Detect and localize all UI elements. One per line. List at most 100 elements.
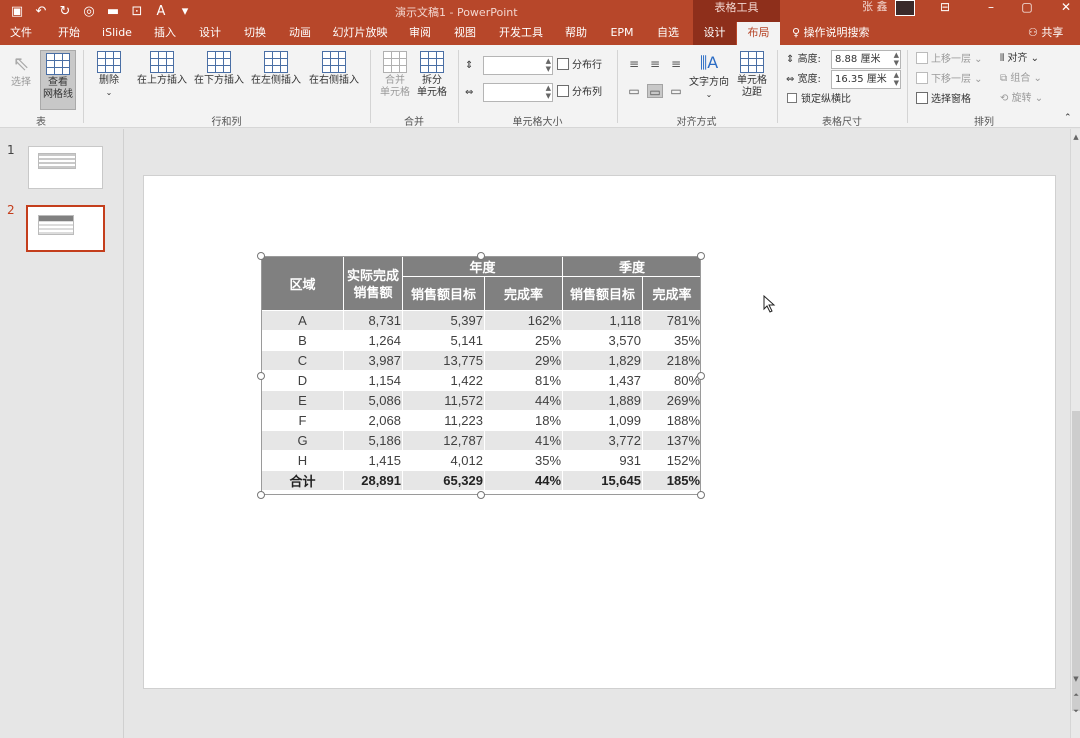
header-annual-rate[interactable]: 完成率 xyxy=(483,276,564,311)
table-cell[interactable]: 29% xyxy=(483,350,564,371)
scrollbar-thumb[interactable] xyxy=(1072,411,1080,711)
tab-transitions[interactable]: 切换 xyxy=(235,22,275,45)
table-cell[interactable]: 1,099 xyxy=(562,410,644,431)
tab-view[interactable]: 视图 xyxy=(445,22,485,45)
distribute-cols-button[interactable]: 分布列 xyxy=(557,85,602,100)
row-height-input[interactable]: ▲ ▼ xyxy=(483,56,553,75)
table-cell[interactable]: 3,772 xyxy=(562,430,644,451)
insert-left-button[interactable]: 在左侧插入 xyxy=(248,51,304,87)
table-cell[interactable]: H xyxy=(261,450,344,471)
resize-handle[interactable] xyxy=(257,252,265,260)
spin-arrows-icon[interactable]: ▲ ▼ xyxy=(894,71,899,87)
checkbox-box[interactable] xyxy=(787,93,797,103)
data-table[interactable]: 区域 实际完成销售额 年度 季度 销售额目标 完成率 销售额目标 完成率 A 8,… xyxy=(261,256,703,491)
save-icon[interactable]: ▣ xyxy=(8,4,26,19)
table-row[interactable]: H 1,415 4,012 35% 931 152% xyxy=(261,450,703,471)
resize-handle[interactable] xyxy=(257,372,265,380)
split-cells-button[interactable]: 拆分 单元格 xyxy=(414,51,450,99)
table-cell[interactable]: B xyxy=(261,330,344,351)
table-cell[interactable]: 1,118 xyxy=(562,310,644,331)
table-cell[interactable]: 15,645 xyxy=(562,470,644,491)
sales-table[interactable]: 区域 实际完成销售额 年度 季度 销售额目标 完成率 销售额目标 完成率 A 8,… xyxy=(261,256,703,495)
align-bottom-icon[interactable]: ▭ xyxy=(668,84,684,98)
table-cell[interactable]: 44% xyxy=(483,470,564,491)
folder-icon[interactable]: ▬ xyxy=(104,4,122,19)
lock-ratio-checkbox[interactable]: 锁定纵横比 xyxy=(787,93,851,107)
tab-layout[interactable]: 布局 xyxy=(737,22,780,45)
table-cell[interactable]: 162% xyxy=(483,310,564,331)
spin-arrows-icon[interactable]: ▲ ▼ xyxy=(546,57,551,73)
header-actual-sales[interactable]: 实际完成销售额 xyxy=(343,256,403,311)
align-button[interactable]: ⫴ 对齐 ⌄ xyxy=(1000,52,1039,66)
table-cell[interactable]: C xyxy=(261,350,344,371)
tab-slideshow[interactable]: 幻灯片放映 xyxy=(326,22,394,45)
resize-handle[interactable] xyxy=(477,491,485,499)
next-slide-icon[interactable]: ⏷ xyxy=(1071,707,1080,716)
spin-arrows-icon[interactable]: ▲ ▼ xyxy=(546,84,551,100)
table-cell[interactable]: 65,329 xyxy=(402,470,485,491)
table-cell[interactable]: E xyxy=(261,390,344,411)
insert-above-button[interactable]: 在上方插入 xyxy=(134,51,190,87)
tab-developer[interactable]: 开发工具 xyxy=(492,22,550,45)
table-width-input[interactable]: 16.35 厘米 ▲ ▼ xyxy=(831,70,901,89)
present-icon[interactable]: ◎ xyxy=(80,4,98,19)
scroll-down-icon[interactable]: ▼ xyxy=(1071,675,1080,683)
table-cell[interactable]: 269% xyxy=(642,390,703,411)
tab-epm[interactable]: EPM xyxy=(602,22,642,45)
align-top-icon[interactable]: ▭ xyxy=(626,84,642,98)
delete-button[interactable]: 删除 ⌄ xyxy=(92,51,126,99)
minimize-icon[interactable]: – xyxy=(981,0,1001,16)
table-cell[interactable]: 5,086 xyxy=(343,390,403,411)
undo-icon[interactable]: ↶ xyxy=(32,4,50,19)
table-cell[interactable]: 1,829 xyxy=(562,350,644,371)
table-row[interactable]: E 5,086 11,572 44% 1,889 269% xyxy=(261,390,703,411)
table-cell[interactable]: 11,223 xyxy=(402,410,485,431)
table-cell[interactable]: 81% xyxy=(483,370,564,391)
table-cell[interactable]: 合计 xyxy=(261,470,344,491)
distribute-rows-button[interactable]: 分布行 xyxy=(557,58,602,73)
tab-insert[interactable]: 插入 xyxy=(145,22,185,45)
table-cell[interactable]: F xyxy=(261,410,344,431)
header-quarterly[interactable]: 季度 xyxy=(562,256,703,277)
table-cell[interactable]: D xyxy=(261,370,344,391)
table-cell[interactable]: 11,572 xyxy=(402,390,485,411)
tab-design[interactable]: 设计 xyxy=(190,22,230,45)
table-cell[interactable]: 5,397 xyxy=(402,310,485,331)
table-cell[interactable]: 3,987 xyxy=(343,350,403,371)
table-cell[interactable]: 5,186 xyxy=(343,430,403,451)
table-cell[interactable]: 4,012 xyxy=(402,450,485,471)
table-cell[interactable]: 80% xyxy=(642,370,703,391)
table-cell[interactable]: 1,889 xyxy=(562,390,644,411)
tab-animations[interactable]: 动画 xyxy=(280,22,320,45)
align-left-icon[interactable]: ≡ xyxy=(626,57,642,71)
table-cell[interactable]: 13,775 xyxy=(402,350,485,371)
close-icon[interactable]: ✕ xyxy=(1056,0,1076,16)
selection-pane-button[interactable]: 选择窗格 xyxy=(916,92,971,107)
table-cell[interactable]: 35% xyxy=(483,450,564,471)
preview-icon[interactable]: ⊡ xyxy=(128,4,146,19)
resize-handle[interactable] xyxy=(477,252,485,260)
prev-slide-icon[interactable]: ⏶ xyxy=(1071,691,1080,700)
resize-handle[interactable] xyxy=(697,252,705,260)
align-middle-icon[interactable]: ▭ xyxy=(647,84,663,99)
table-cell[interactable]: 218% xyxy=(642,350,703,371)
bring-forward-button[interactable]: 上移一层 ⌄ xyxy=(916,52,983,67)
table-row[interactable]: D 1,154 1,422 81% 1,437 80% xyxy=(261,370,703,391)
col-width-input[interactable]: ▲ ▼ xyxy=(483,83,553,102)
rotate-button[interactable]: ⟲ 旋转 ⌄ xyxy=(1000,92,1043,106)
send-backward-button[interactable]: 下移一层 ⌄ xyxy=(916,72,983,87)
redo-icon[interactable]: ↻ xyxy=(56,4,74,19)
table-cell[interactable]: 18% xyxy=(483,410,564,431)
cell-margins-button[interactable]: 单元格 边距 xyxy=(734,51,770,99)
tab-review[interactable]: 审阅 xyxy=(400,22,440,45)
select-button[interactable]: ⇖ 选择 xyxy=(6,51,36,89)
table-cell[interactable]: 1,154 xyxy=(343,370,403,391)
group-button[interactable]: ⧉ 组合 ⌄ xyxy=(1000,72,1042,86)
tab-help[interactable]: 帮助 xyxy=(556,22,596,45)
table-cell[interactable]: 1,437 xyxy=(562,370,644,391)
customize-qat-icon[interactable]: ▾ xyxy=(176,4,194,19)
merge-cells-button[interactable]: 合并 单元格 xyxy=(378,51,412,99)
header-quarterly-target[interactable]: 销售额目标 xyxy=(562,276,644,311)
resize-handle[interactable] xyxy=(257,491,265,499)
table-cell[interactable]: 1,422 xyxy=(402,370,485,391)
